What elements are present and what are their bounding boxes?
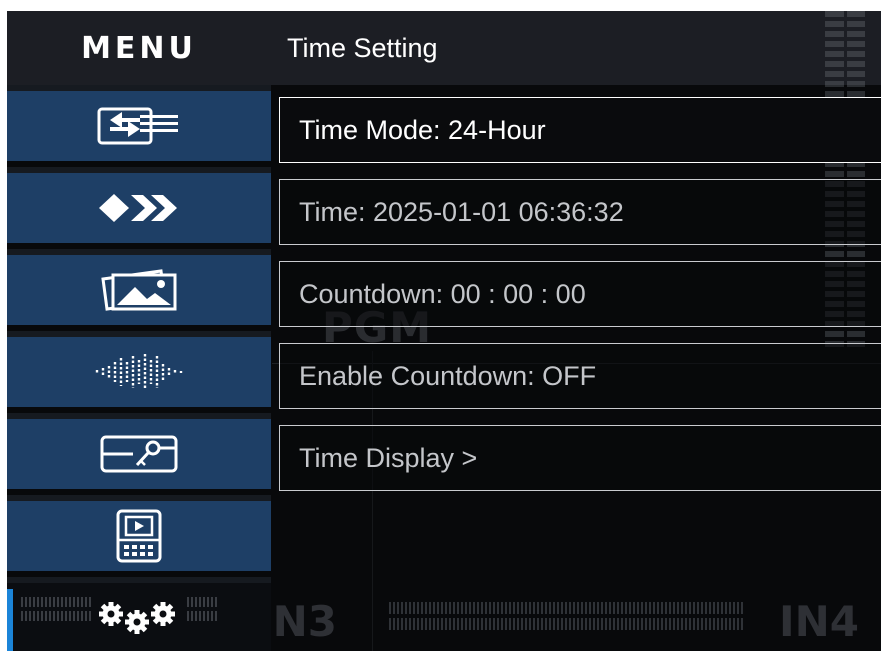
sidebar-item-input[interactable] [7, 85, 271, 161]
setting-countdown[interactable]: Countdown: 00 : 00 : 00 [279, 261, 881, 327]
menu-header: MENU Time Setting [7, 11, 881, 85]
setting-time-display[interactable]: Time Display > [279, 425, 881, 491]
setting-time-mode[interactable]: Time Mode: 24-Hour [279, 97, 881, 163]
menu-title: MENU [81, 30, 197, 66]
setting-enable-countdown[interactable]: Enable Countdown: OFF [279, 343, 881, 409]
sidebar-item-audio[interactable] [7, 331, 271, 407]
device-screen: PGM IN3 IN4 MENU Time Setting Time Mode:… [7, 11, 881, 651]
in4-watermark: IN4 [779, 597, 860, 646]
settings-gears-icon [99, 602, 175, 634]
page-title: Time Setting [287, 32, 438, 63]
setting-time[interactable]: Time: 2025-01-01 06:36:32 [279, 179, 881, 245]
selection-indicator [7, 589, 13, 651]
sidebar-item-settings[interactable] [7, 577, 271, 651]
input-switch-icon [97, 107, 178, 145]
sidebar-item-pictures[interactable] [7, 249, 271, 325]
transition-arrows-icon [99, 194, 177, 222]
sidebar-item-key[interactable] [7, 413, 271, 489]
media-player-icon [116, 509, 162, 563]
in4-level-ticks [389, 602, 745, 630]
audio-waveform-icon [95, 354, 183, 390]
menu-sidebar [7, 85, 271, 651]
sidebar-item-media[interactable] [7, 495, 271, 571]
level-ticks [21, 597, 91, 621]
key-card-icon [100, 435, 178, 473]
picture-gallery-icon [101, 269, 177, 311]
level-ticks [187, 597, 217, 621]
sidebar-item-transition[interactable] [7, 167, 271, 243]
audio-level-meter-top [825, 11, 865, 85]
